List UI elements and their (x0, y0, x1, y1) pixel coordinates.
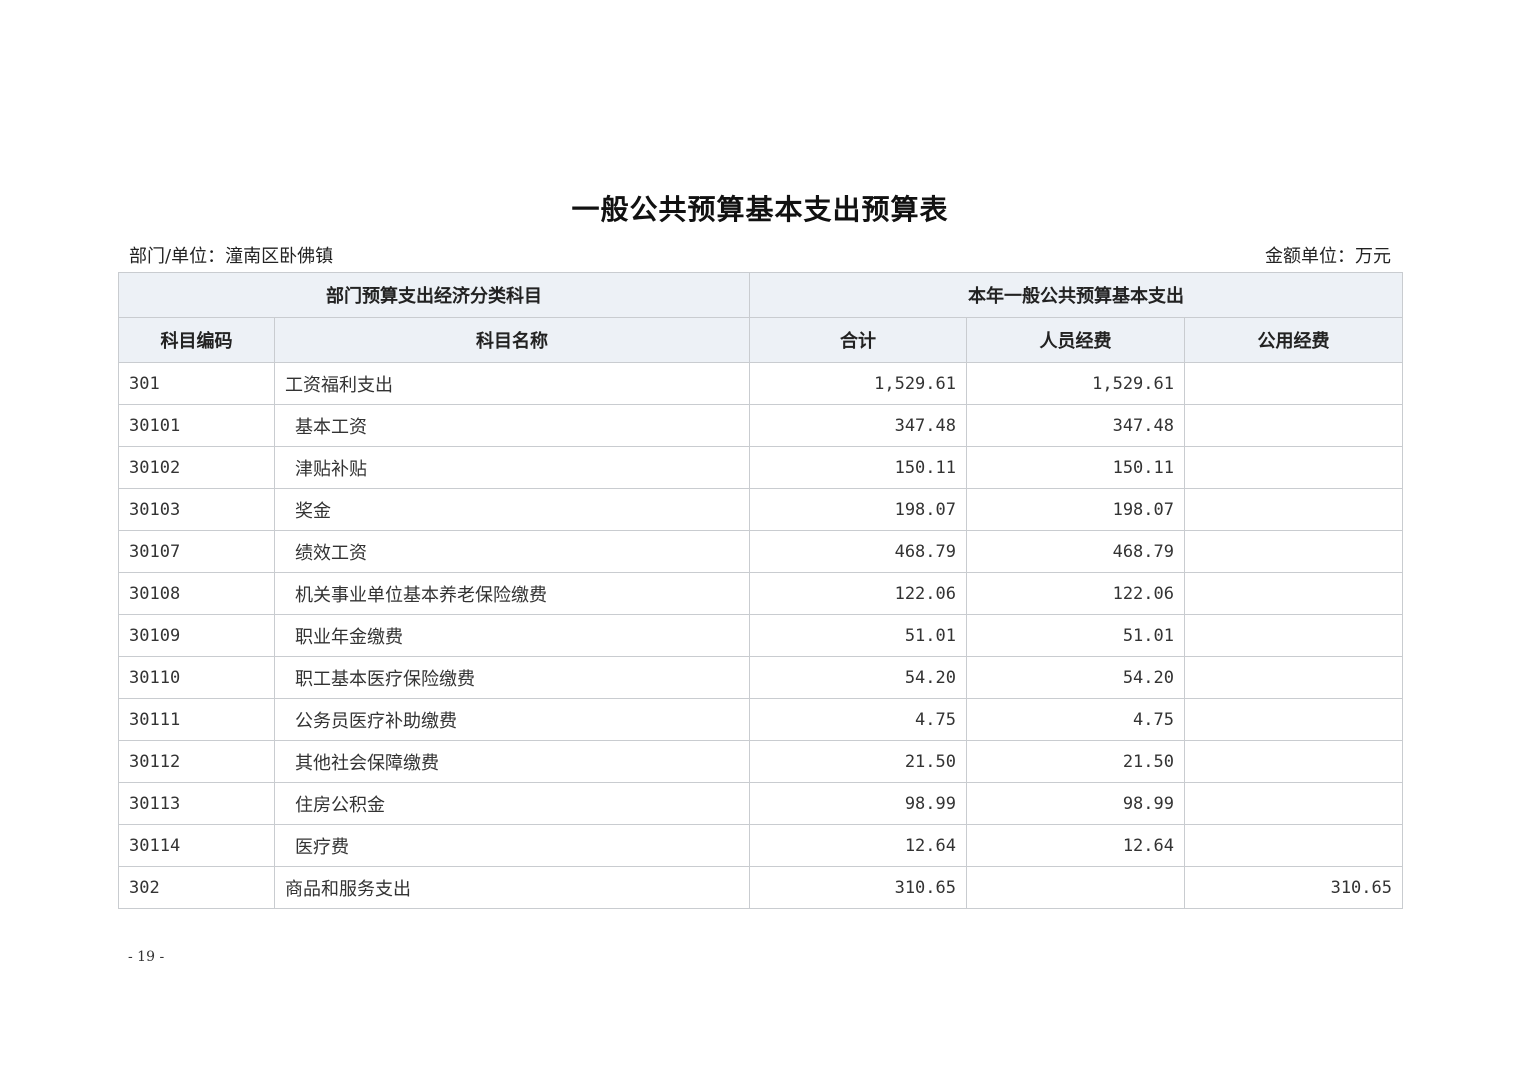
cell-total: 21.50 (749, 740, 967, 783)
cell-personnel: 51.01 (966, 614, 1185, 657)
table-row: 302 商品和服务支出 310.65 310.65 (118, 866, 1403, 909)
cell-total: 12.64 (749, 824, 967, 867)
table-row: 30112 其他社会保障缴费 21.50 21.50 (118, 740, 1403, 783)
cell-code: 30102 (118, 446, 275, 489)
table-row: 30108 机关事业单位基本养老保险缴费 122.06 122.06 (118, 572, 1403, 615)
cell-total: 310.65 (749, 866, 967, 909)
table-row: 30113 住房公积金 98.99 98.99 (118, 782, 1403, 825)
cell-public (1184, 572, 1403, 615)
cell-personnel: 21.50 (966, 740, 1185, 783)
department-label: 部门/单位：潼南区卧佛镇 (129, 246, 334, 267)
cell-public (1184, 824, 1403, 867)
cell-personnel: 150.11 (966, 446, 1185, 489)
table-row: 30110 职工基本医疗保险缴费 54.20 54.20 (118, 656, 1403, 699)
cell-code: 302 (118, 866, 275, 909)
table-row: 30107 绩效工资 468.79 468.79 (118, 530, 1403, 573)
cell-personnel: 122.06 (966, 572, 1185, 615)
category-group-header: 部门预算支出经济分类科目 (118, 272, 750, 318)
cell-code: 30107 (118, 530, 275, 573)
cell-name: 工资福利支出 (274, 362, 750, 405)
cell-code: 30113 (118, 782, 275, 825)
cell-name: 奖金 (274, 488, 750, 531)
cell-code: 30108 (118, 572, 275, 615)
cell-public (1184, 362, 1403, 405)
cell-public (1184, 404, 1403, 447)
cell-total: 347.48 (749, 404, 967, 447)
column-header-public: 公用经费 (1184, 317, 1403, 363)
cell-personnel: 347.48 (966, 404, 1185, 447)
cell-personnel: 54.20 (966, 656, 1185, 699)
cell-code: 30110 (118, 656, 275, 699)
cell-name: 公务员医疗补助缴费 (274, 698, 750, 741)
amount-unit-label: 金额单位：万元 (1265, 246, 1391, 267)
document-title: 一般公共预算基本支出预算表 (571, 193, 949, 226)
table-row: 30102 津贴补贴 150.11 150.11 (118, 446, 1403, 489)
cell-total: 468.79 (749, 530, 967, 573)
cell-name: 商品和服务支出 (274, 866, 750, 909)
cell-name: 绩效工资 (274, 530, 750, 573)
cell-total: 54.20 (749, 656, 967, 699)
cell-personnel: 198.07 (966, 488, 1185, 531)
cell-total: 1,529.61 (749, 362, 967, 405)
table-row: 30103 奖金 198.07 198.07 (118, 488, 1403, 531)
column-header-personnel: 人员经费 (966, 317, 1185, 363)
cell-code: 30109 (118, 614, 275, 657)
cell-name: 职业年金缴费 (274, 614, 750, 657)
table-row: 30114 医疗费 12.64 12.64 (118, 824, 1403, 867)
group-header-row: 部门预算支出经济分类科目 本年一般公共预算基本支出 (118, 272, 1403, 318)
cell-code: 30111 (118, 698, 275, 741)
cell-total: 198.07 (749, 488, 967, 531)
table-row: 30111 公务员医疗补助缴费 4.75 4.75 (118, 698, 1403, 741)
cell-personnel: 1,529.61 (966, 362, 1185, 405)
cell-total: 150.11 (749, 446, 967, 489)
cell-name: 津贴补贴 (274, 446, 750, 489)
cell-code: 30101 (118, 404, 275, 447)
table-row: 301 工资福利支出 1,529.61 1,529.61 (118, 362, 1403, 405)
column-header-row: 科目编码 科目名称 合计 人员经费 公用经费 (118, 317, 1403, 363)
cell-personnel (966, 866, 1185, 909)
cell-personnel: 12.64 (966, 824, 1185, 867)
column-header-name: 科目名称 (274, 317, 750, 363)
table-row: 30109 职业年金缴费 51.01 51.01 (118, 614, 1403, 657)
cell-total: 51.01 (749, 614, 967, 657)
cell-public (1184, 530, 1403, 573)
cell-code: 301 (118, 362, 275, 405)
cell-total: 98.99 (749, 782, 967, 825)
table-row: 30101 基本工资 347.48 347.48 (118, 404, 1403, 447)
cell-name: 医疗费 (274, 824, 750, 867)
cell-public (1184, 488, 1403, 531)
cell-personnel: 468.79 (966, 530, 1185, 573)
cell-code: 30103 (118, 488, 275, 531)
cell-public (1184, 656, 1403, 699)
cell-total: 122.06 (749, 572, 967, 615)
cell-name: 住房公积金 (274, 782, 750, 825)
cell-name: 职工基本医疗保险缴费 (274, 656, 750, 699)
cell-name: 基本工资 (274, 404, 750, 447)
cell-public (1184, 740, 1403, 783)
column-header-total: 合计 (749, 317, 967, 363)
cell-public (1184, 782, 1403, 825)
cell-total: 4.75 (749, 698, 967, 741)
cell-public (1184, 614, 1403, 657)
cell-public (1184, 698, 1403, 741)
budget-table: 部门预算支出经济分类科目 本年一般公共预算基本支出 科目编码 科目名称 合计 人… (118, 272, 1403, 909)
budget-table-body: 301 工资福利支出 1,529.61 1,529.61 30101 基本工资 347.48… (118, 362, 1403, 909)
cell-personnel: 98.99 (966, 782, 1185, 825)
cell-name: 其他社会保障缴费 (274, 740, 750, 783)
page-number: - 19 - (128, 949, 165, 965)
column-header-code: 科目编码 (118, 317, 275, 363)
cell-code: 30114 (118, 824, 275, 867)
cell-code: 30112 (118, 740, 275, 783)
cell-public (1184, 446, 1403, 489)
cell-public: 310.65 (1184, 866, 1403, 909)
current-year-group-header: 本年一般公共预算基本支出 (749, 272, 1403, 318)
cell-personnel: 4.75 (966, 698, 1185, 741)
cell-name: 机关事业单位基本养老保险缴费 (274, 572, 750, 615)
